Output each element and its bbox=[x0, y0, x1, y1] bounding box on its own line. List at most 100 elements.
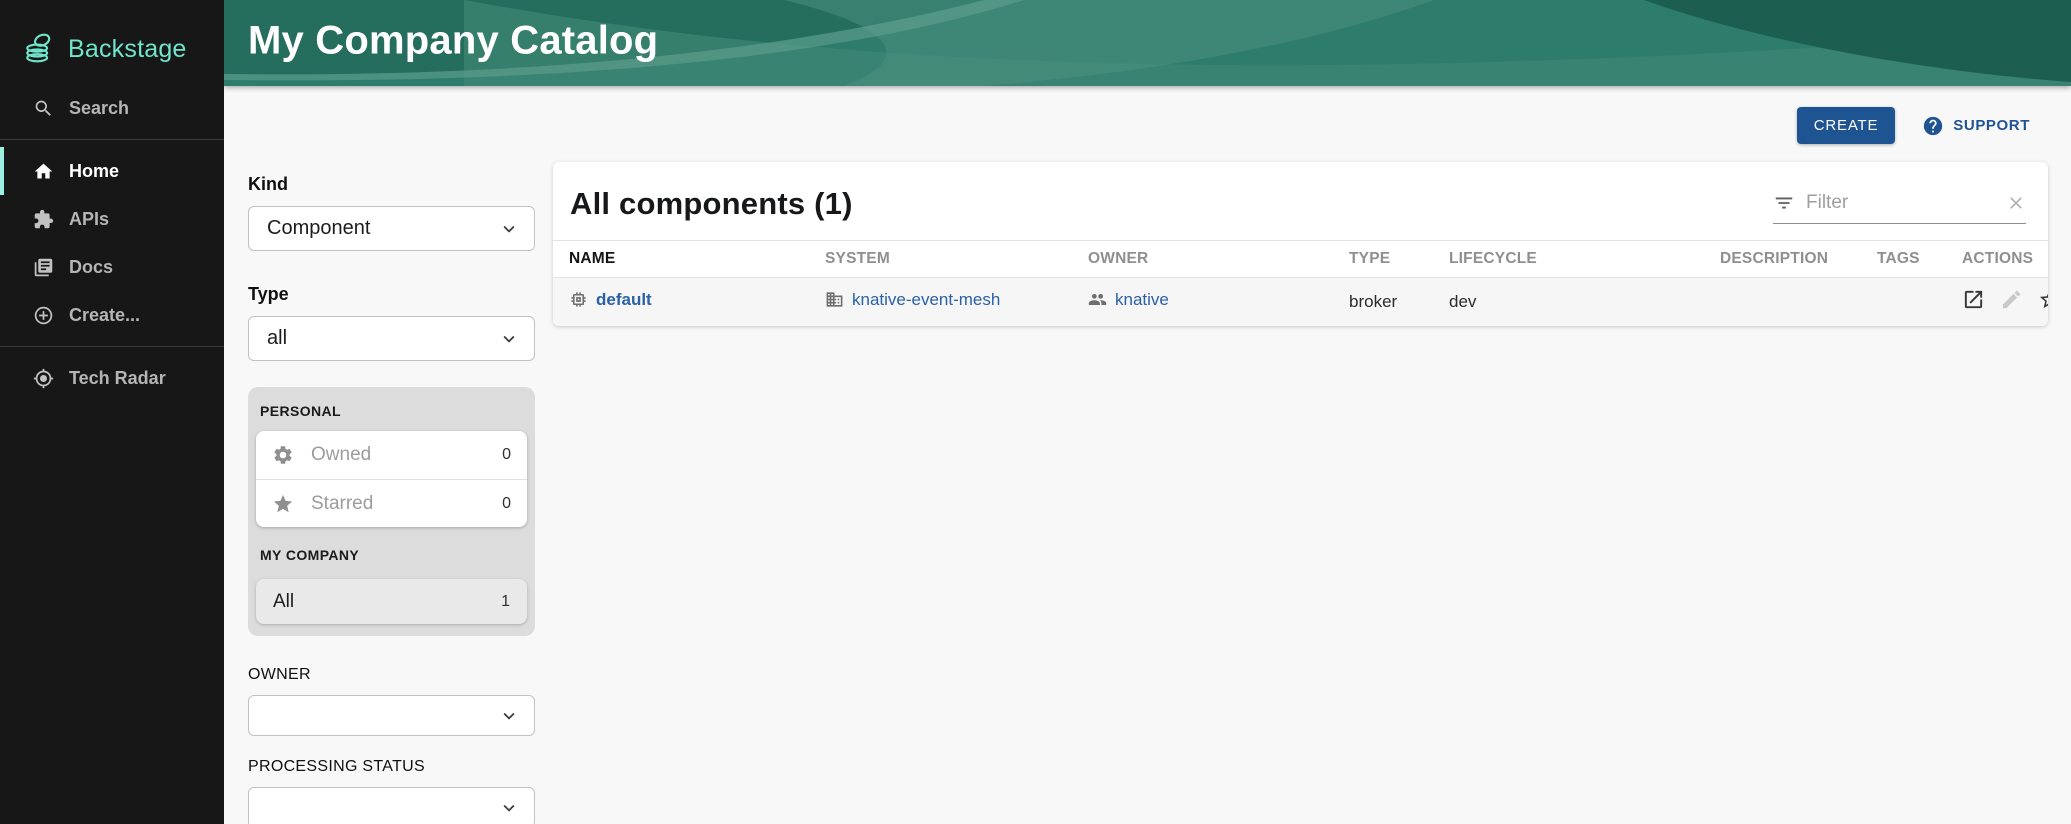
sidebar-divider bbox=[0, 139, 224, 140]
kind-select[interactable]: Component bbox=[248, 206, 535, 251]
column-header-lifecycle[interactable]: LIFECYCLE bbox=[1433, 241, 1704, 278]
entity-picker-card: PERSONAL Owned 0 Starred 0 MY COMPANY Al… bbox=[248, 387, 535, 636]
sidebar-item-label: Search bbox=[69, 98, 129, 119]
kind-select-value: Component bbox=[267, 217, 370, 240]
filter-item-count: 1 bbox=[501, 593, 510, 611]
type-select-value: all bbox=[267, 327, 287, 350]
owner-select[interactable] bbox=[248, 695, 535, 736]
column-header-actions: ACTIONS bbox=[1946, 241, 2048, 278]
page-header: My Company Catalog bbox=[224, 0, 2071, 86]
sidebar: Backstage Search Home APIs Docs Create..… bbox=[0, 0, 224, 824]
radar-icon bbox=[33, 368, 54, 389]
owner-link-text: knative bbox=[1115, 290, 1169, 310]
entity-name-text: default bbox=[596, 290, 652, 310]
filter-icon bbox=[1773, 192, 1795, 214]
support-button-label: SUPPORT bbox=[1953, 117, 2030, 134]
column-header-owner[interactable]: OWNER bbox=[1072, 241, 1333, 278]
filter-item-label: Starred bbox=[311, 493, 485, 515]
filter-item-starred[interactable]: Starred 0 bbox=[256, 479, 527, 527]
filter-item-label: Owned bbox=[311, 444, 485, 466]
components-table-card: All components (1) NAME SYSTEM OWNER bbox=[553, 162, 2048, 326]
description-cell bbox=[1704, 278, 1861, 326]
personal-section-label: PERSONAL bbox=[256, 399, 527, 431]
processing-status-filter-label: PROCESSING STATUS bbox=[248, 758, 535, 776]
sidebar-item-home[interactable]: Home bbox=[0, 147, 224, 195]
company-section-label: MY COMPANY bbox=[256, 543, 527, 575]
edit-icon bbox=[2000, 288, 2023, 311]
help-icon bbox=[1922, 115, 1944, 137]
page-title: My Company Catalog bbox=[248, 19, 658, 64]
entity-name-link[interactable]: default bbox=[569, 290, 652, 310]
sidebar-item-label: Home bbox=[69, 161, 119, 182]
chevron-down-icon bbox=[498, 328, 520, 350]
sidebar-item-label: Tech Radar bbox=[69, 368, 166, 389]
create-button[interactable]: CREATE bbox=[1797, 107, 1896, 144]
row-actions bbox=[1962, 288, 2048, 311]
catalog-filter-panel: Kind Component Type all PERSONAL Owned 0… bbox=[248, 174, 535, 824]
docs-icon bbox=[33, 257, 54, 278]
star-entity-button[interactable] bbox=[2038, 288, 2048, 311]
chip-icon bbox=[569, 290, 588, 309]
home-icon bbox=[33, 161, 54, 182]
table-title: All components (1) bbox=[570, 186, 853, 222]
filter-item-count: 0 bbox=[502, 495, 511, 513]
system-link-text: knative-event-mesh bbox=[852, 290, 1000, 310]
open-in-new-icon bbox=[1962, 288, 1985, 311]
star-outline-icon bbox=[2038, 288, 2048, 311]
column-header-description[interactable]: DESCRIPTION bbox=[1704, 241, 1861, 278]
view-entity-button[interactable] bbox=[1962, 288, 1985, 311]
column-header-type[interactable]: TYPE bbox=[1333, 241, 1433, 278]
clear-filter-button[interactable] bbox=[2006, 193, 2026, 213]
kind-filter-label: Kind bbox=[248, 174, 535, 195]
add-circle-icon bbox=[33, 305, 54, 326]
column-header-name[interactable]: NAME bbox=[553, 241, 809, 278]
personal-filter-group: Owned 0 Starred 0 bbox=[256, 431, 527, 527]
content-toolbar: CREATE SUPPORT bbox=[1797, 107, 2030, 144]
close-icon bbox=[2006, 193, 2026, 213]
support-button[interactable]: SUPPORT bbox=[1922, 115, 2030, 137]
column-header-tags[interactable]: TAGS bbox=[1861, 241, 1946, 278]
table-filter-input[interactable] bbox=[1806, 192, 1995, 214]
star-icon bbox=[272, 493, 294, 515]
search-icon bbox=[33, 98, 54, 119]
group-icon bbox=[1088, 290, 1107, 309]
backstage-logo-icon bbox=[23, 32, 57, 66]
system-link[interactable]: knative-event-mesh bbox=[825, 290, 1000, 310]
processing-status-select[interactable] bbox=[248, 787, 535, 824]
tags-cell bbox=[1861, 278, 1946, 326]
components-table: NAME SYSTEM OWNER TYPE LIFECYCLE DESCRIP… bbox=[553, 240, 2048, 326]
sidebar-item-create[interactable]: Create... bbox=[0, 291, 224, 339]
filter-item-label: All bbox=[273, 591, 501, 613]
sidebar-item-apis[interactable]: APIs bbox=[0, 195, 224, 243]
sidebar-item-label: Create... bbox=[69, 305, 140, 326]
puzzle-icon bbox=[33, 209, 54, 230]
settings-icon bbox=[272, 444, 294, 466]
sidebar-item-docs[interactable]: Docs bbox=[0, 243, 224, 291]
building-icon bbox=[825, 290, 844, 309]
type-cell: broker bbox=[1333, 278, 1433, 326]
chevron-down-icon bbox=[498, 797, 520, 819]
filter-item-count: 0 bbox=[502, 446, 511, 464]
sidebar-item-label: Docs bbox=[69, 257, 113, 278]
edit-entity-button[interactable] bbox=[2000, 288, 2023, 311]
filter-item-all[interactable]: All 1 bbox=[256, 579, 527, 624]
owner-filter-label: OWNER bbox=[248, 666, 535, 684]
table-header-row: NAME SYSTEM OWNER TYPE LIFECYCLE DESCRIP… bbox=[553, 241, 2048, 278]
chevron-down-icon bbox=[498, 218, 520, 240]
type-filter-label: Type bbox=[248, 284, 535, 305]
sidebar-item-tech-radar[interactable]: Tech Radar bbox=[0, 354, 224, 402]
column-header-system[interactable]: SYSTEM bbox=[809, 241, 1072, 278]
sidebar-divider bbox=[0, 346, 224, 347]
type-select[interactable]: all bbox=[248, 316, 535, 361]
backstage-logo[interactable]: Backstage bbox=[0, 0, 224, 70]
backstage-logo-text: Backstage bbox=[68, 35, 187, 64]
chevron-down-icon bbox=[498, 705, 520, 727]
owner-link[interactable]: knative bbox=[1088, 290, 1169, 310]
sidebar-item-label: APIs bbox=[69, 209, 109, 230]
lifecycle-cell: dev bbox=[1433, 278, 1704, 326]
table-card-header: All components (1) bbox=[553, 162, 2048, 240]
sidebar-item-search[interactable]: Search bbox=[0, 84, 224, 132]
filter-item-owned[interactable]: Owned 0 bbox=[256, 431, 527, 479]
table-row: default knative-event-mesh bbox=[553, 278, 2048, 326]
table-filter-box bbox=[1773, 192, 2026, 224]
